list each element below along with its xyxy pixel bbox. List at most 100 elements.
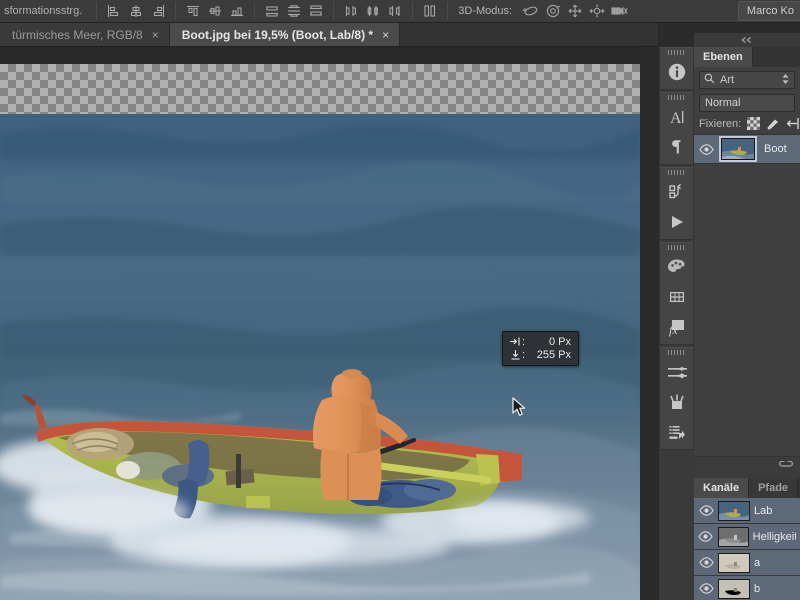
- tab-bar-filler: [400, 23, 658, 46]
- canvas-top-margin: [0, 47, 658, 64]
- tab-title: türmisches Meer, RGB/8: [12, 27, 143, 42]
- eye-icon[interactable]: [698, 505, 714, 516]
- blend-mode-select[interactable]: Normal: [699, 94, 795, 112]
- close-icon[interactable]: ×: [382, 29, 389, 41]
- svg-text:A: A: [670, 110, 682, 127]
- layers-panel-body: Art Normal Fixieren: Boot: [694, 67, 800, 478]
- horizontal-offset-icon: [508, 337, 522, 346]
- align-bottom-edges-icon[interactable]: [226, 1, 248, 21]
- dock-group-brushes: [659, 347, 694, 450]
- layer-filter-row: Art: [694, 67, 800, 92]
- close-icon[interactable]: ×: [152, 29, 159, 41]
- distribute-spacing-icon[interactable]: [419, 1, 441, 21]
- brush-presets-icon[interactable]: [660, 357, 693, 387]
- layer-effects-fx-icon[interactable]: fx: [660, 312, 693, 342]
- eye-icon[interactable]: [698, 583, 714, 594]
- channel-thumbnail[interactable]: [718, 552, 750, 573]
- channel-thumbnail[interactable]: [717, 526, 749, 547]
- options-separator: [96, 2, 98, 20]
- tab-pfade[interactable]: Pfade: [749, 478, 799, 498]
- slide-3d-icon[interactable]: [586, 1, 608, 21]
- scale-3d-camera-icon[interactable]: [608, 1, 630, 21]
- collapse-panels-icon[interactable]: [694, 33, 800, 47]
- layer-row-boot[interactable]: Boot: [694, 134, 800, 164]
- options-separator-4: [333, 2, 335, 20]
- styles-grid-icon[interactable]: [660, 282, 693, 312]
- document-tab-active[interactable]: Boot.jpg bei 19,5% (Boot, Lab/8) * ×: [169, 23, 401, 46]
- eye-icon[interactable]: [698, 143, 714, 155]
- align-horizontal-centers-icon[interactable]: [125, 1, 147, 21]
- play-action-icon[interactable]: [660, 207, 693, 237]
- channel-row-b[interactable]: b: [694, 576, 800, 600]
- distribute-bottom-edges-icon[interactable]: [305, 1, 327, 21]
- character-panel-icon[interactable]: A: [660, 102, 693, 132]
- document-tab-inactive[interactable]: türmisches Meer, RGB/8 ×: [0, 23, 170, 46]
- info-icon[interactable]: [660, 57, 693, 87]
- layer-comps-icon[interactable]: [660, 417, 693, 447]
- channel-thumbnail[interactable]: [718, 500, 750, 521]
- distribute-top-edges-icon[interactable]: [261, 1, 283, 21]
- document-canvas[interactable]: : 0 Px : 255 Px: [0, 47, 658, 600]
- tab-kanaele[interactable]: Kanäle: [694, 478, 750, 498]
- user-account-chip[interactable]: Marco Ko: [737, 1, 800, 21]
- paragraph-panel-icon[interactable]: [660, 132, 693, 162]
- channel-row-lab[interactable]: Lab: [694, 498, 800, 524]
- channel-row-a[interactable]: a: [694, 550, 800, 576]
- link-layers-icon[interactable]: [778, 460, 794, 474]
- layer-thumbnail[interactable]: [719, 136, 757, 162]
- align-top-edges-icon[interactable]: [182, 1, 204, 21]
- search-icon: [704, 73, 715, 87]
- options-separator-5: [412, 2, 414, 20]
- canvas-right-margin: [640, 47, 658, 600]
- lock-transparent-pixels-icon[interactable]: [747, 117, 761, 130]
- dock-group-actions: [659, 167, 694, 240]
- tab-ebenen[interactable]: Ebenen: [694, 47, 753, 67]
- options-separator-6: [447, 2, 449, 20]
- dock-grip[interactable]: [660, 168, 693, 177]
- channel-thumbnail[interactable]: [718, 578, 750, 599]
- options-bar: sformationsstrg. 3D-Modus: Marco Ko: [0, 0, 800, 23]
- hud-label-vertical: :: [522, 348, 526, 361]
- distribute-horizontal-centers-icon[interactable]: [362, 1, 384, 21]
- align-left-edges-icon[interactable]: [103, 1, 125, 21]
- dock-grip[interactable]: [660, 348, 693, 357]
- layer-filter-kind-label: Art: [720, 74, 735, 86]
- channels-panel-tabrow: Kanäle Pfade: [694, 478, 800, 498]
- distribute-right-edges-icon[interactable]: [384, 1, 406, 21]
- lock-position-icon[interactable]: [787, 117, 799, 130]
- options-separator-3: [254, 2, 256, 20]
- roll-3d-icon[interactable]: [542, 1, 564, 21]
- photoshop-window: sformationsstrg. 3D-Modus: Marco Ko türm…: [0, 0, 800, 600]
- tool-presets-icon[interactable]: [660, 387, 693, 417]
- layers-panel-tabrow: Ebenen: [694, 47, 800, 67]
- transform-info-hud: : 0 Px : 255 Px: [502, 331, 579, 366]
- eye-icon[interactable]: [698, 557, 714, 568]
- distribute-left-edges-icon[interactable]: [340, 1, 362, 21]
- align-right-edges-icon[interactable]: [147, 1, 169, 21]
- pan-3d-icon[interactable]: [564, 1, 586, 21]
- dock-grip[interactable]: [660, 48, 693, 57]
- align-buttons-group: [103, 1, 169, 21]
- dock-group-type: A: [659, 92, 694, 165]
- lock-image-pixels-icon[interactable]: [766, 117, 781, 130]
- channel-row-helligkeit[interactable]: Helligkeit: [694, 524, 800, 550]
- channel-name: a: [754, 556, 761, 569]
- distribute-vertical-group: [261, 1, 327, 21]
- rotate-3d-icon[interactable]: [520, 1, 542, 21]
- dock-grip[interactable]: [660, 93, 693, 102]
- align-vertical-centers-icon[interactable]: [204, 1, 226, 21]
- actions-panel-icon[interactable]: [660, 177, 693, 207]
- color-swatches-icon[interactable]: [660, 252, 693, 282]
- distribute-vertical-centers-icon[interactable]: [283, 1, 305, 21]
- hud-row-vertical: : 255 Px: [508, 348, 571, 361]
- lock-label: Fixieren:: [699, 117, 742, 130]
- updown-arrows-icon[interactable]: [781, 73, 790, 88]
- layers-panel-footer: [694, 456, 800, 478]
- layer-filter-kind-select[interactable]: Art: [699, 71, 795, 89]
- eye-icon[interactable]: [698, 531, 714, 542]
- dock-grip[interactable]: [660, 243, 693, 252]
- document-tab-bar: türmisches Meer, RGB/8 × Boot.jpg bei 19…: [0, 23, 658, 47]
- dock-group-info: [659, 47, 694, 90]
- layer-name: Boot: [764, 143, 787, 155]
- tab-title: Boot.jpg bei 19,5% (Boot, Lab/8) *: [181, 27, 374, 42]
